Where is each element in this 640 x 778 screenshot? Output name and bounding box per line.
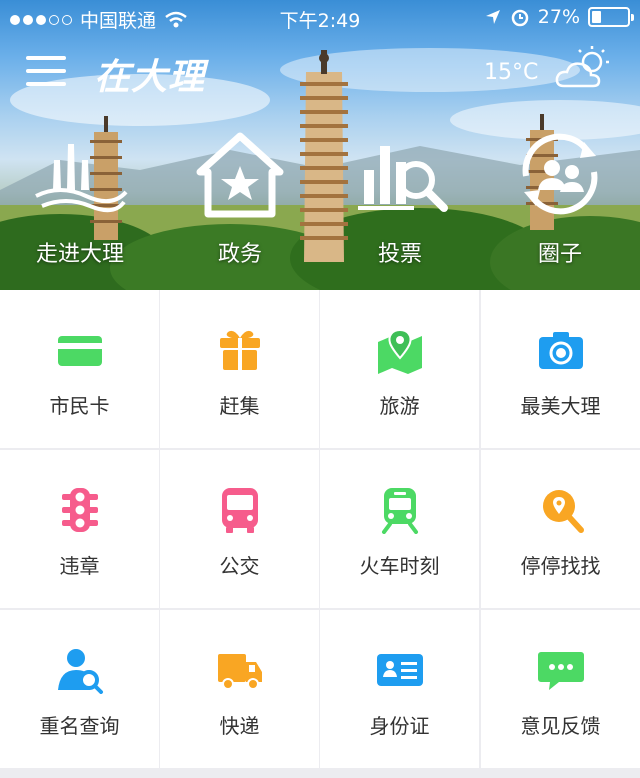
location-arrow-icon bbox=[485, 10, 500, 24]
bus-icon bbox=[222, 488, 258, 533]
service-label: 停停找找 bbox=[520, 554, 601, 578]
service-bus[interactable]: 公交 bbox=[160, 450, 319, 608]
nav-label: 走进大理 bbox=[35, 242, 124, 267]
status-bar: 中国联通 下午2:49 27% bbox=[0, 0, 640, 36]
battery-percentage: 27% bbox=[537, 6, 580, 28]
pagoda-lake-icon bbox=[35, 144, 128, 213]
traffic-light-icon bbox=[62, 488, 98, 532]
service-parking-finder[interactable]: 停停找找 bbox=[481, 450, 640, 608]
nav-item-vote[interactable]: 投票 bbox=[320, 120, 480, 290]
parking-search-icon bbox=[543, 490, 584, 533]
gift-icon bbox=[220, 330, 260, 370]
service-label: 最美大理 bbox=[520, 394, 601, 418]
service-grid: 市民卡 赶集 旅游 最美大理 违章 公交 火车时刻 停停找找 重名查询 快递 身… bbox=[0, 290, 640, 768]
service-beautiful-dali[interactable]: 最美大理 bbox=[481, 290, 640, 448]
service-name-duplicate-check[interactable]: 重名查询 bbox=[0, 610, 159, 768]
nav-label: 圈子 bbox=[537, 242, 582, 267]
service-feedback[interactable]: 意见反馈 bbox=[481, 610, 640, 768]
temperature: 15°C bbox=[484, 60, 539, 85]
feedback-bubble-icon bbox=[538, 652, 584, 690]
people-circle-icon bbox=[522, 133, 598, 215]
service-travel[interactable]: 旅游 bbox=[320, 290, 479, 448]
camera-icon bbox=[539, 332, 583, 369]
app-logo-title: 在大理 bbox=[94, 56, 206, 98]
service-label: 市民卡 bbox=[49, 394, 110, 418]
service-label: 公交 bbox=[219, 554, 260, 578]
alarm-clock-icon bbox=[511, 9, 529, 27]
map-pin-icon bbox=[378, 328, 422, 374]
nav-item-circle[interactable]: 圈子 bbox=[480, 120, 640, 290]
service-express-delivery[interactable]: 快递 bbox=[160, 610, 319, 768]
service-label: 旅游 bbox=[379, 394, 420, 418]
chart-magnifier-icon bbox=[358, 146, 448, 212]
service-market[interactable]: 赶集 bbox=[160, 290, 319, 448]
hero-banner: 中国联通 下午2:49 27% 在大理 15°C 走进大理 政务 投票 圈子 bbox=[0, 0, 640, 290]
id-card-icon bbox=[377, 654, 423, 686]
partly-cloudy-sun-icon bbox=[555, 46, 609, 88]
service-violation[interactable]: 违章 bbox=[0, 450, 159, 608]
train-icon bbox=[382, 488, 418, 534]
delivery-truck-icon bbox=[218, 654, 262, 690]
service-train-schedule[interactable]: 火车时刻 bbox=[320, 450, 479, 608]
service-label: 赶集 bbox=[219, 394, 260, 418]
nav-label: 政务 bbox=[217, 242, 262, 267]
nav-item-explore-dali[interactable]: 走进大理 bbox=[0, 120, 160, 290]
service-id-card[interactable]: 身份证 bbox=[320, 610, 479, 768]
card-icon bbox=[58, 336, 102, 366]
service-label: 快递 bbox=[219, 714, 260, 738]
service-label: 重名查询 bbox=[39, 714, 120, 738]
service-label: 身份证 bbox=[369, 714, 430, 738]
service-label: 意见反馈 bbox=[520, 714, 601, 738]
service-label: 火车时刻 bbox=[359, 554, 440, 578]
nav-label: 投票 bbox=[377, 242, 422, 267]
hamburger-menu-icon[interactable] bbox=[26, 56, 66, 86]
nav-item-government[interactable]: 政务 bbox=[160, 120, 320, 290]
person-search-icon bbox=[58, 649, 103, 694]
battery-icon bbox=[588, 7, 634, 27]
service-label: 违章 bbox=[59, 554, 100, 578]
house-star-icon bbox=[196, 132, 284, 218]
service-citizen-card[interactable]: 市民卡 bbox=[0, 290, 159, 448]
